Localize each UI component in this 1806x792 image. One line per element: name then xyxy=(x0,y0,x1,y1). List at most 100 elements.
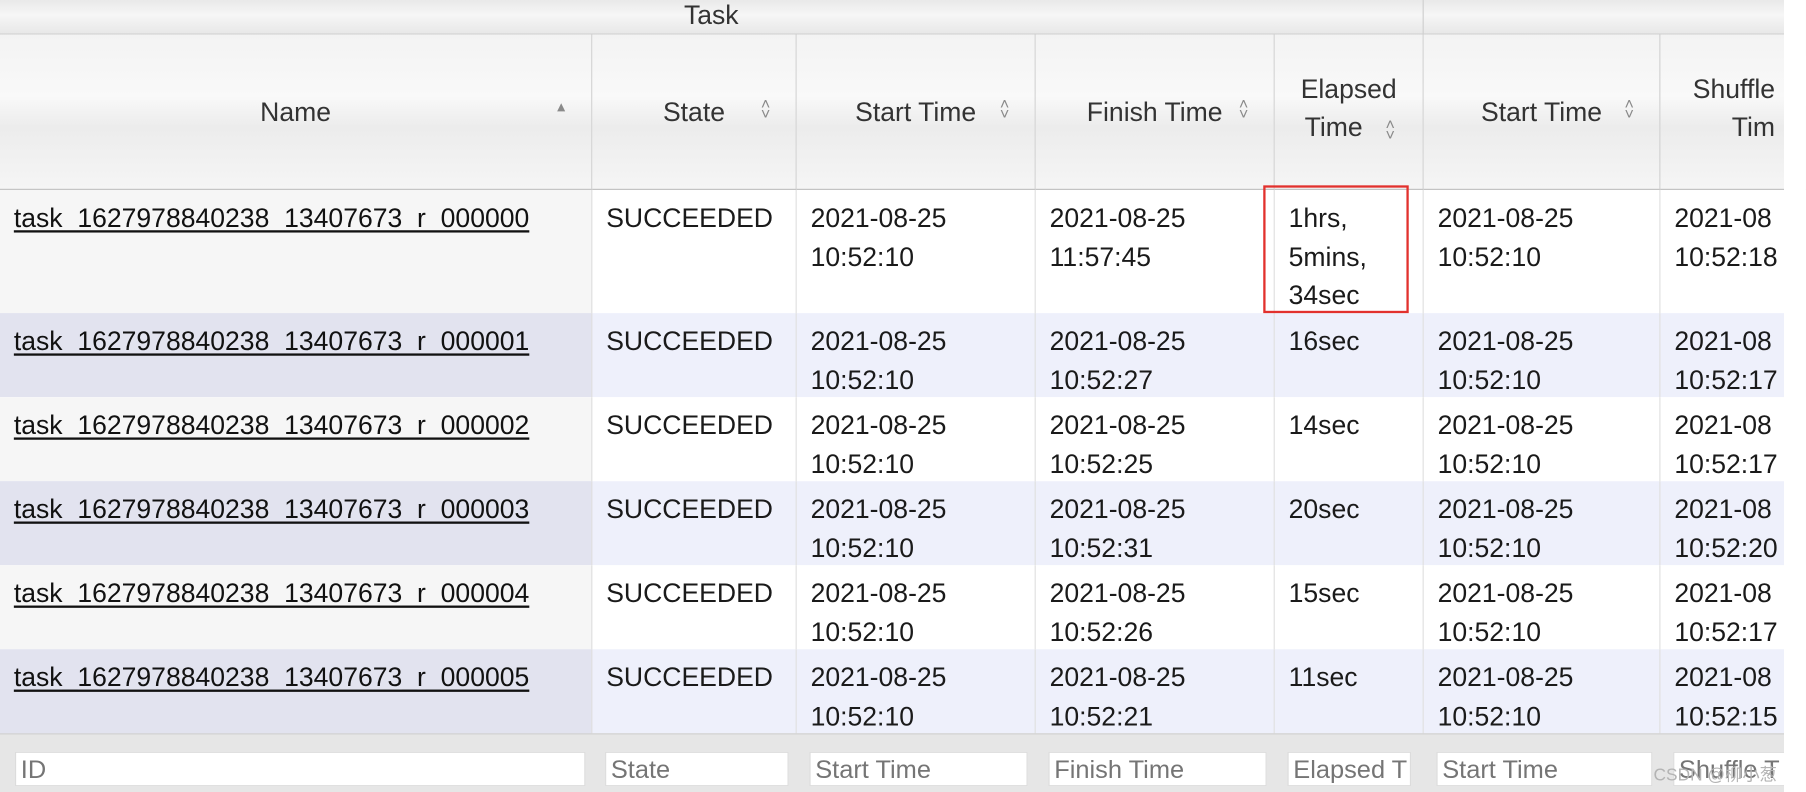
column-header-attempt-start-time[interactable]: Start Time ˄ ˅ xyxy=(1423,34,1661,190)
start-date: 2021-08-25 xyxy=(810,493,947,524)
finish-clock: 11:57:45 xyxy=(1049,241,1152,272)
attempt-start-clock: 10:52:10 xyxy=(1437,700,1541,731)
table-row: task_1627978840238_13407673_r_000004 SUC… xyxy=(0,565,1806,650)
attempt-start-clock: 10:52:10 xyxy=(1437,448,1541,479)
column-header-label-line2: Time xyxy=(1304,111,1363,142)
start-clock: 10:52:10 xyxy=(810,700,914,731)
table-row: task_1627978840238_13407673_r_000005 SUC… xyxy=(0,649,1806,734)
state-cell: SUCCEEDED xyxy=(592,397,797,482)
group-header-task: Task xyxy=(683,0,739,30)
task-table-view: Task Name ▴ State ˄ ˅ Start Time ˄ ˅ Finis… xyxy=(0,0,1806,792)
start-date: 2021-08-25 xyxy=(810,325,947,356)
state-value: SUCCEEDED xyxy=(606,577,773,608)
attempt-start-clock: 10:52:10 xyxy=(1437,532,1541,563)
finish-time-cell: 2021-08-25 10:52:31 xyxy=(1036,481,1275,566)
finish-date: 2021-08-25 xyxy=(1049,409,1186,440)
task-link[interactable]: task_1627978840238_13407673_r_000000 xyxy=(14,203,529,233)
task-link[interactable]: task_1627978840238_13407673_r_000005 xyxy=(14,662,529,692)
state-value: SUCCEEDED xyxy=(606,409,773,440)
attempt-start-date: 2021-08-25 xyxy=(1437,493,1574,524)
sort-both-icon[interactable]: ˄ ˅ xyxy=(1234,96,1252,122)
finish-date: 2021-08-25 xyxy=(1049,325,1186,356)
clip-mask xyxy=(1784,0,1806,792)
state-value: SUCCEEDED xyxy=(606,661,773,692)
column-header-state[interactable]: State ˄ ˅ xyxy=(592,34,797,190)
column-header-start-time[interactable]: Start Time ˄ ˅ xyxy=(796,34,1036,190)
sort-ascending-icon[interactable]: ▴ xyxy=(552,98,570,114)
attempt-start-clock: 10:52:10 xyxy=(1437,364,1541,395)
elapsed-time-filter-input[interactable] xyxy=(1287,751,1412,787)
elapsed-time-cell: 16sec xyxy=(1275,313,1424,398)
group-header-row: Task xyxy=(0,0,1806,35)
start-time-filter-input[interactable] xyxy=(809,751,1028,787)
finish-date: 2021-08-25 xyxy=(1049,661,1186,692)
task-link[interactable]: task_1627978840238_13407673_r_000001 xyxy=(14,326,529,356)
state-value: SUCCEEDED xyxy=(606,493,773,524)
column-header-name[interactable]: Name ▴ xyxy=(0,34,593,190)
column-header-label: Finish Time xyxy=(1086,96,1223,127)
start-time-cell: 2021-08-25 10:52:10 xyxy=(797,481,1036,566)
task-link[interactable]: task_1627978840238_13407673_r_000002 xyxy=(14,410,529,440)
task-name-cell: task_1627978840238_13407673_r_000000 xyxy=(0,189,593,314)
finish-clock: 10:52:27 xyxy=(1049,364,1154,395)
start-clock: 10:52:10 xyxy=(810,448,914,479)
task-link[interactable]: task_1627978840238_13407673_r_000004 xyxy=(14,578,529,608)
finish-time-cell: 2021-08-25 10:52:21 xyxy=(1036,649,1275,734)
attempt-start-date: 2021-08-25 xyxy=(1437,409,1574,440)
column-header-label-line1: Shuffle xyxy=(1692,73,1776,104)
finish-time-filter-input[interactable] xyxy=(1048,751,1267,787)
watermark: CSDN @柳小葱 xyxy=(1653,765,1777,786)
attempt-start-cell: 2021-08-25 10:52:10 xyxy=(1424,565,1661,650)
column-header-finish-time[interactable]: Finish Time ˄ ˅ xyxy=(1035,34,1275,190)
attempt-start-cell: 2021-08-25 10:52:10 xyxy=(1424,397,1661,482)
sort-both-icon[interactable]: ˄ ˅ xyxy=(1620,96,1638,122)
elapsed-value: 20sec xyxy=(1288,493,1360,524)
start-clock: 10:52:10 xyxy=(810,616,914,647)
finish-clock: 10:52:26 xyxy=(1049,616,1154,647)
filter-row: CSDN @柳小葱 xyxy=(0,733,1806,792)
state-value: SUCCEEDED xyxy=(606,202,773,233)
elapsed-value: 15sec xyxy=(1288,577,1360,608)
sort-both-icon[interactable]: ˄ ˅ xyxy=(995,96,1013,122)
task-name-cell: task_1627978840238_13407673_r_000005 xyxy=(0,649,593,734)
state-cell: SUCCEEDED xyxy=(592,649,797,734)
elapsed-time-cell: 14sec xyxy=(1275,397,1424,482)
start-time-cell: 2021-08-25 10:52:10 xyxy=(797,189,1036,314)
start-time-cell: 2021-08-25 10:52:10 xyxy=(797,649,1036,734)
task-name-cell: task_1627978840238_13407673_r_000002 xyxy=(0,397,593,482)
finish-clock: 10:52:25 xyxy=(1049,448,1154,479)
column-header-label-line2: Tim xyxy=(1731,111,1776,142)
attempt-start-date: 2021-08-25 xyxy=(1437,661,1574,692)
task-name-cell: task_1627978840238_13407673_r_000001 xyxy=(0,313,593,398)
attempt-start-cell: 2021-08-25 10:52:10 xyxy=(1424,649,1661,734)
state-cell: SUCCEEDED xyxy=(592,189,797,314)
finish-time-cell: 2021-08-25 10:52:26 xyxy=(1036,565,1275,650)
sort-both-icon[interactable]: ˄ ˅ xyxy=(756,96,774,122)
start-date: 2021-08-25 xyxy=(810,661,947,692)
attempt-start-clock: 10:52:10 xyxy=(1437,241,1541,272)
state-value: SUCCEEDED xyxy=(606,325,773,356)
task-name-cell: task_1627978840238_13407673_r_000004 xyxy=(0,565,593,650)
start-date: 2021-08-25 xyxy=(810,409,947,440)
column-header-row: Name ▴ State ˄ ˅ Start Time ˄ ˅ Finish Tim… xyxy=(0,34,1806,190)
sort-both-icon[interactable]: ˄ ˅ xyxy=(1381,116,1399,142)
attempt-start-cell: 2021-08-25 10:52:10 xyxy=(1424,481,1661,566)
elapsed-time-cell: 11sec xyxy=(1275,649,1424,734)
task-link[interactable]: task_1627978840238_13407673_r_000003 xyxy=(14,494,529,524)
table-row: task_1627978840238_13407673_r_000000 SUC… xyxy=(0,189,1806,314)
highlight-box xyxy=(1263,185,1409,314)
finish-clock: 10:52:31 xyxy=(1049,532,1154,563)
start-clock: 10:52:10 xyxy=(810,532,914,563)
attempt-start-clock: 10:52:10 xyxy=(1437,616,1541,647)
start-time-cell: 2021-08-25 10:52:10 xyxy=(797,565,1036,650)
table-row: task_1627978840238_13407673_r_000003 SUC… xyxy=(0,481,1806,566)
attempt-start-filter-input[interactable] xyxy=(1436,751,1653,787)
column-header-label: Start Time xyxy=(1481,96,1603,127)
start-date: 2021-08-25 xyxy=(810,202,947,233)
column-header-elapsed-time[interactable]: Elapsed Time ˄ ˅ xyxy=(1274,34,1424,190)
state-cell: SUCCEEDED xyxy=(592,313,797,398)
id-filter-input[interactable] xyxy=(15,751,586,787)
state-filter-input[interactable] xyxy=(605,751,789,787)
start-time-cell: 2021-08-25 10:52:10 xyxy=(797,313,1036,398)
table-row: task_1627978840238_13407673_r_000002 SUC… xyxy=(0,397,1806,482)
